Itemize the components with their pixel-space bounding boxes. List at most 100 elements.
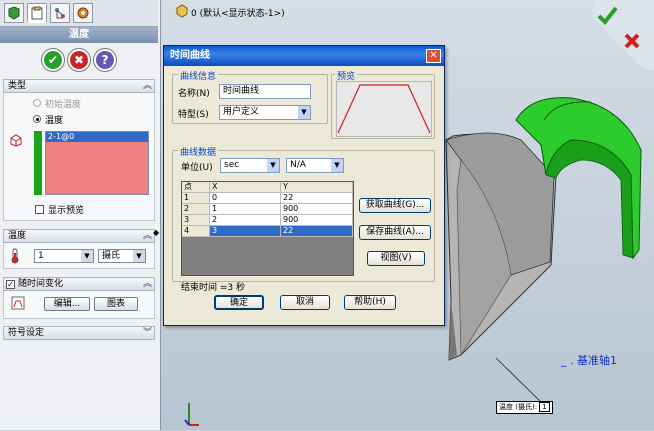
unit-combo-y[interactable]: N/A ▼: [286, 158, 344, 173]
table-row[interactable]: 2 1 900: [182, 204, 353, 215]
temperature-unit-combo[interactable]: 摄氏 ▼: [98, 249, 146, 263]
datum-axis-text: 基准轴1: [577, 354, 617, 367]
temperature-unit: 摄氏: [102, 251, 121, 261]
callout-label: 温度 (摄氏): [499, 403, 535, 411]
time-curve-dialog: 时间曲线 ✕ 曲线信息 名称(N) 时间曲线 特型(S) 用户定义 ▼ 预览 曲线…: [163, 45, 445, 326]
dialog-help-button[interactable]: 帮助(H): [344, 295, 396, 310]
time-varying-checkbox[interactable]: ✓: [6, 280, 15, 289]
symbol-section-header[interactable]: 符号设定 ︾: [3, 326, 155, 340]
type-section-header[interactable]: 类型 ︽: [3, 79, 155, 93]
collapse-icon[interactable]: ︽: [143, 278, 152, 290]
temperature-value-combo[interactable]: 1 ▼: [34, 249, 94, 263]
display-manager-icon[interactable]: [73, 3, 93, 23]
end-time-label: 结束时间 =3 秒: [181, 283, 245, 293]
dropdown-arrow-icon[interactable]: ▼: [331, 159, 343, 172]
view-button[interactable]: 视图(V): [367, 251, 425, 266]
header-point: 点: [182, 182, 210, 193]
header-x: X: [210, 182, 281, 193]
save-curve-button[interactable]: 保存曲线(A)...: [359, 225, 431, 240]
show-preview-checkbox[interactable]: [35, 205, 44, 214]
face-selection-icon: [9, 133, 23, 150]
cell-point: 4: [182, 226, 210, 237]
panel-tab-bar: [0, 0, 158, 27]
curve-info-label: 曲线信息: [178, 69, 219, 82]
datum-axis-label: _ . 基准轴1: [561, 352, 617, 368]
cell-x[interactable]: 2: [210, 215, 281, 226]
temperature-callout[interactable]: 温度 (摄氏): 1: [496, 401, 553, 414]
initial-temp-label: 初始温度: [45, 100, 82, 110]
type-value: 用户定义: [223, 107, 260, 117]
temperature-value: 1: [38, 251, 44, 261]
cell-x[interactable]: 3: [210, 226, 281, 237]
curve-data-table[interactable]: 点 X Y 1 0 22 2 1 900 3 2 900 4 3 22: [181, 181, 354, 276]
get-curve-button[interactable]: 获取曲线(G)...: [359, 198, 431, 213]
config-manager-icon[interactable]: [50, 3, 70, 23]
unit-label: 单位(U): [181, 163, 213, 173]
unit-combo-x[interactable]: sec ▼: [220, 158, 280, 173]
type-section-body: 初始温度 温度 2-1@0 显示预览: [3, 93, 155, 221]
help-button[interactable]: ?: [94, 49, 116, 71]
collapse-icon[interactable]: ︽: [143, 230, 152, 242]
dialog-title: 时间曲线: [164, 46, 444, 66]
show-preview-label: 显示预览: [48, 206, 85, 216]
edit-button[interactable]: 编辑...: [44, 297, 90, 311]
table-row[interactable]: 1 0 22: [182, 193, 353, 204]
cell-point: 1: [182, 193, 210, 204]
cell-y[interactable]: 22: [281, 226, 353, 237]
confirm-cancel-icon[interactable]: [623, 32, 641, 50]
time-curve-icon: [11, 296, 25, 313]
axis-marker-icon: _ .: [561, 354, 577, 367]
cancel-button[interactable]: ✖: [68, 49, 90, 71]
temp-section-header[interactable]: 温度 ︽: [3, 229, 155, 243]
selection-color-bar: [34, 131, 42, 195]
type-section-label: 类型: [8, 81, 27, 91]
confirm-check-icon[interactable]: [596, 4, 618, 26]
cell-y[interactable]: 900: [281, 204, 353, 215]
collapse-icon[interactable]: ︽: [143, 80, 152, 92]
property-manager-icon[interactable]: [27, 3, 47, 23]
table-row[interactable]: 3 2 900: [182, 215, 353, 226]
header-y: Y: [281, 182, 353, 193]
name-label: 名称(N): [178, 89, 210, 99]
cell-y[interactable]: 900: [281, 215, 353, 226]
type-combo[interactable]: 用户定义 ▼: [219, 105, 311, 120]
temp-section-label: 温度: [8, 231, 27, 241]
symbol-section-label: 符号设定: [8, 328, 45, 338]
dropdown-arrow-icon[interactable]: ▼: [267, 159, 279, 172]
temp-section-body: 1 ▼ 摄氏 ▼: [3, 243, 155, 269]
temperature-radio[interactable]: [33, 115, 41, 123]
name-input[interactable]: 时间曲线: [219, 84, 311, 99]
table-header-row: 点 X Y: [182, 182, 353, 193]
dropdown-arrow-icon[interactable]: ▼: [81, 250, 93, 262]
selection-list-item[interactable]: 2-1@0: [46, 132, 148, 142]
selection-list[interactable]: 2-1@0: [45, 131, 149, 195]
preview-chart: [336, 81, 432, 137]
splitter-arrow-icon[interactable]: ◆: [153, 228, 161, 242]
dialog-ok-button[interactable]: 确定: [214, 295, 264, 310]
chart-button[interactable]: 图表: [94, 297, 138, 311]
unit-value-y: N/A: [290, 160, 306, 170]
unit-value-x: sec: [224, 160, 240, 170]
dropdown-arrow-icon[interactable]: ▼: [133, 250, 145, 262]
cell-x[interactable]: 0: [210, 193, 281, 204]
dropdown-arrow-icon[interactable]: ▼: [298, 106, 310, 119]
time-section-body: 编辑... 图表: [3, 291, 155, 319]
callout-value: 1: [539, 402, 550, 412]
dialog-cancel-button[interactable]: 取消: [280, 295, 330, 310]
time-section-label: 随时间变化: [18, 279, 64, 289]
table-row[interactable]: 4 3 22: [182, 226, 353, 237]
panel-title: 温度: [0, 27, 158, 43]
cell-y[interactable]: 22: [281, 193, 353, 204]
feature-manager-icon[interactable]: [4, 3, 24, 23]
ok-button[interactable]: ✔: [42, 49, 64, 71]
cell-point: 2: [182, 204, 210, 215]
type-label: 特型(S): [178, 110, 209, 120]
temperature-label: 温度: [45, 116, 64, 126]
time-section-header[interactable]: ✓ 随时间变化 ︽: [3, 277, 155, 291]
thermometer-icon: [10, 248, 20, 267]
cell-point: 3: [182, 215, 210, 226]
cell-x[interactable]: 1: [210, 204, 281, 215]
initial-temp-radio[interactable]: [33, 99, 41, 107]
expand-icon[interactable]: ︾: [143, 327, 152, 339]
close-icon[interactable]: ✕: [426, 49, 441, 63]
